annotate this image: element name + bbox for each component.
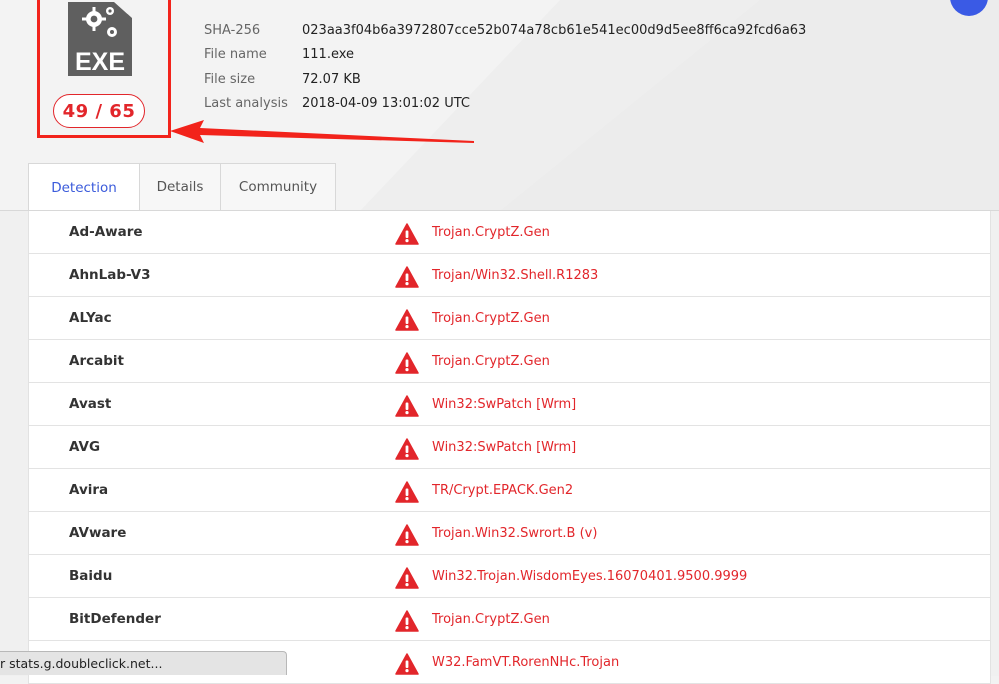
file-metadata: SHA-256 023aa3f04b6a3972807cce52b074a78c… [204, 18, 806, 116]
engine-name: ALYac [69, 310, 112, 326]
filename-value: 111.exe [302, 47, 355, 63]
detection-result: Trojan.CryptZ.Gen [432, 611, 550, 627]
detection-result: Win32:SwPatch [Wrm] [432, 439, 577, 455]
engine-name: Ad-Aware [69, 224, 143, 240]
detection-row: AhnLab-V3 Trojan/Win32.Shell.R1283 [29, 254, 990, 297]
filename-label: File name [204, 47, 267, 63]
warning-triangle-icon [395, 481, 419, 503]
engine-name: Avast [69, 396, 112, 412]
detection-panel: Ad-Aware Trojan.CryptZ.Gen AhnLab-V3 Trojan… [0, 210, 999, 684]
detection-row: ALYac Trojan.CryptZ.Gen [29, 297, 990, 340]
filesize-label: File size [204, 71, 256, 87]
sha256-row: SHA-256 023aa3f04b6a3972807cce52b074a78c… [204, 18, 806, 43]
tab-detection[interactable]: Detection [28, 163, 140, 211]
warning-triangle-icon [395, 395, 419, 417]
engine-name: Baidu [69, 568, 113, 584]
detection-result: Win32.Trojan.WisdomEyes.16070401.9500.99… [432, 568, 748, 584]
detection-row: AVware Trojan.Win32.Swrort.B (v) [29, 512, 990, 555]
annotation-arrow [170, 120, 474, 143]
warning-triangle-icon [395, 438, 419, 460]
filesize-row: File size 72.07 KB [204, 67, 806, 92]
warning-triangle-icon [395, 309, 419, 331]
detection-result: Trojan.CryptZ.Gen [432, 353, 550, 369]
engine-name: AhnLab-V3 [69, 267, 151, 283]
warning-triangle-icon [395, 223, 419, 245]
filesize-value: 72.07 KB [302, 71, 361, 87]
detection-row: Baidu Win32.Trojan.WisdomEyes.16070401.95… [29, 555, 990, 598]
filename-row: File name 111.exe [204, 43, 806, 68]
tab-community[interactable]: Community [221, 163, 336, 210]
detection-result: TR/Crypt.EPACK.Gen2 [432, 482, 574, 498]
warning-triangle-icon [395, 266, 419, 288]
engine-name: Avira [69, 482, 109, 498]
browser-status-bar: r stats.g.doubleclick.net... [0, 651, 287, 675]
detection-result: Trojan.CryptZ.Gen [432, 310, 550, 326]
annotation-highlight-box [37, 0, 171, 138]
sha256-value: 023aa3f04b6a3972807cce52b074a78cb61e541e… [302, 22, 807, 38]
engine-name: AVG [69, 439, 101, 455]
sha256-label: SHA-256 [204, 22, 261, 38]
detection-row: Ad-Aware Trojan.CryptZ.Gen [29, 211, 990, 254]
warning-triangle-icon [395, 524, 419, 546]
detection-row: Arcabit Trojan.CryptZ.Gen [29, 340, 990, 383]
engine-name: AVware [69, 525, 127, 541]
detection-table: Ad-Aware Trojan.CryptZ.Gen AhnLab-V3 Trojan… [28, 211, 991, 684]
detection-result: Trojan/Win32.Shell.R1283 [432, 267, 599, 283]
detection-result: Trojan.CryptZ.Gen [432, 224, 550, 240]
detection-row: AVG Win32:SwPatch [Wrm] [29, 426, 990, 469]
last-analysis-label: Last analysis [204, 96, 288, 112]
tab-bar: Detection Details Community [28, 163, 336, 211]
engine-name: Arcabit [69, 353, 124, 369]
warning-triangle-icon [395, 352, 419, 374]
warning-triangle-icon [395, 653, 419, 675]
warning-triangle-icon [395, 610, 419, 632]
detection-row: Avast Win32:SwPatch [Wrm] [29, 383, 990, 426]
tab-details[interactable]: Details [140, 163, 221, 210]
detection-result: W32.FamVT.RorenNHc.Trojan [432, 654, 620, 670]
detection-row: BitDefender Trojan.CryptZ.Gen [29, 598, 990, 641]
detection-row: Avira TR/Crypt.EPACK.Gen2 [29, 469, 990, 512]
engine-name: BitDefender [69, 611, 161, 627]
last-analysis-value: 2018-04-09 13:01:02 UTC [302, 96, 470, 112]
warning-triangle-icon [395, 567, 419, 589]
last-analysis-row: Last analysis 2018-04-09 13:01:02 UTC [204, 92, 806, 117]
detection-result: Trojan.Win32.Swrort.B (v) [432, 525, 598, 541]
detection-result: Win32:SwPatch [Wrm] [432, 396, 577, 412]
